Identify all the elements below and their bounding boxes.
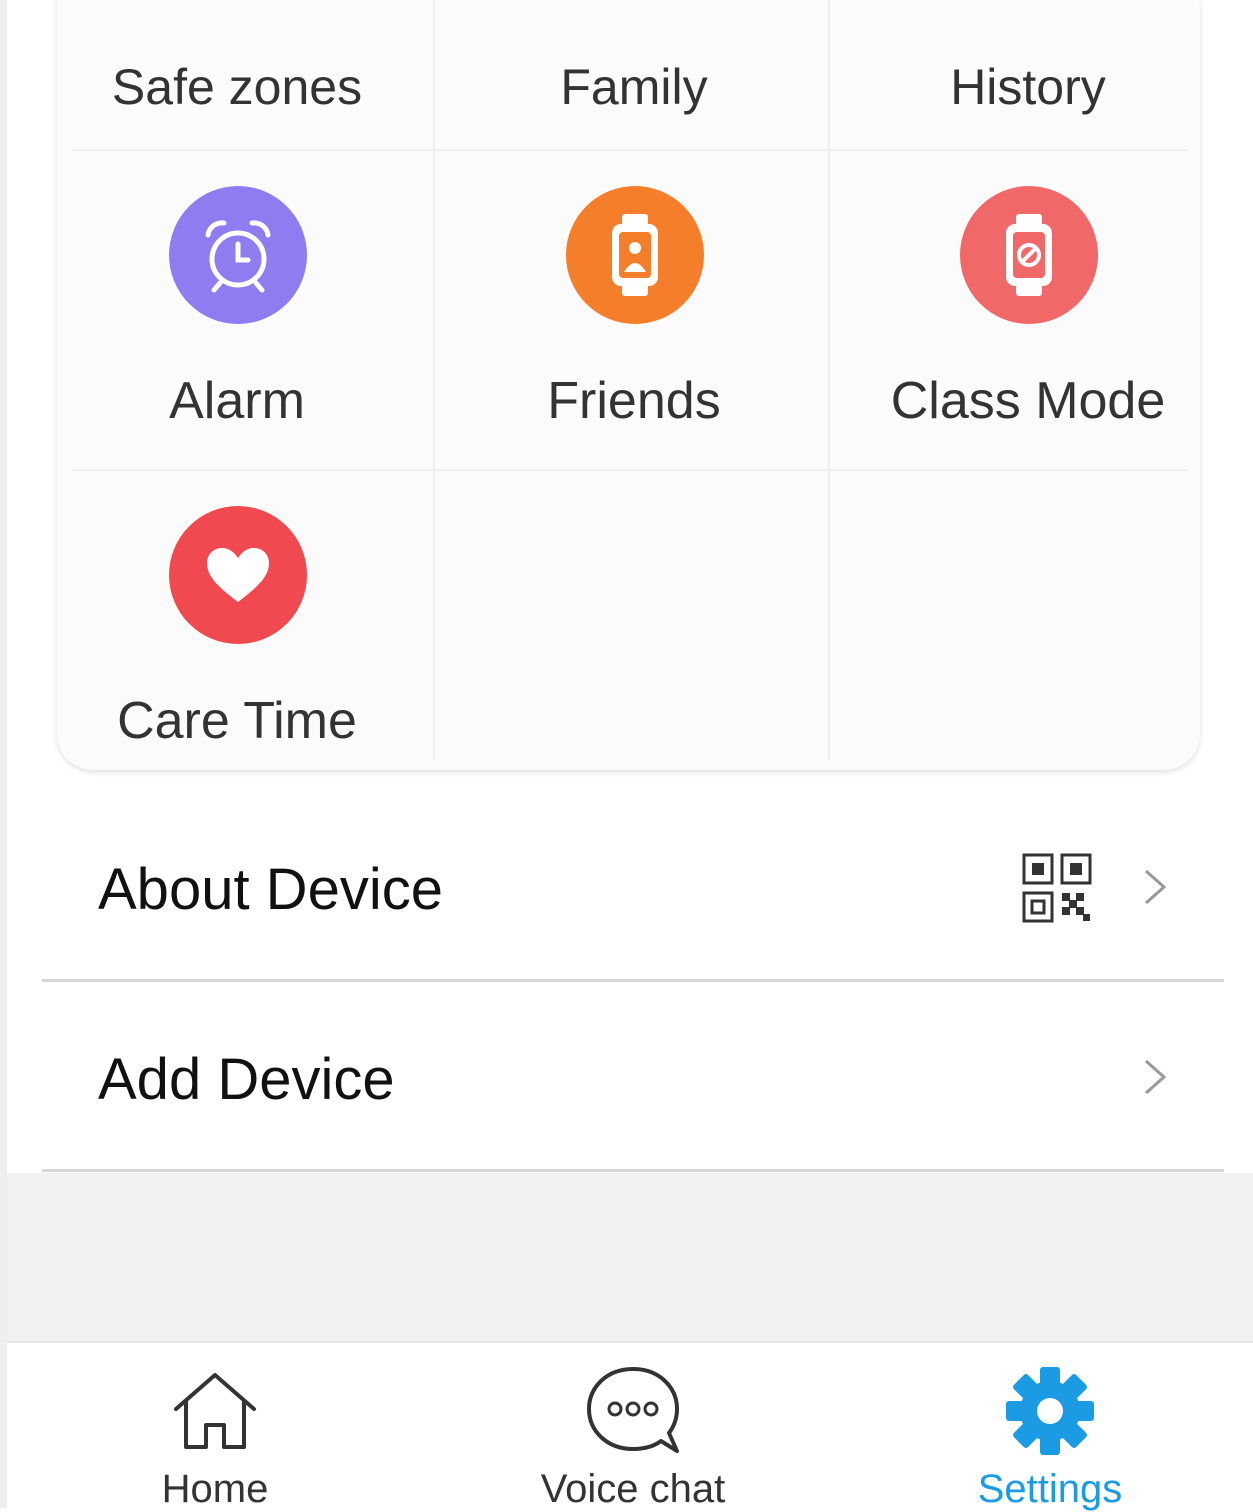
bottom-tab-bar: Home Voice chat Settings [7, 1341, 1253, 1511]
empty-area [7, 1173, 1253, 1341]
grid-item-safe-zones[interactable]: Safe zones [57, 10, 417, 140]
grid-divider [433, 0, 435, 760]
grid-divider [828, 0, 830, 760]
menu-row-label: Add Device [98, 1047, 395, 1112]
home-icon [65, 1361, 365, 1461]
grid-item-care-time[interactable]: Care Time [57, 471, 417, 789]
heart-icon [169, 506, 307, 644]
feature-grid-card: Safe zones Family History Alarm Friends … [57, 0, 1200, 770]
grid-item-label: History [950, 59, 1106, 115]
grid-item-label: Class Mode [890, 372, 1166, 430]
tab-voice-chat[interactable]: Voice chat [483, 1343, 783, 1511]
grid-item-alarm[interactable]: Alarm [57, 151, 417, 469]
grid-item-friends[interactable]: Friends [454, 151, 814, 469]
grid-item-label: Care Time [117, 692, 357, 750]
grid-item-class-mode[interactable]: Class Mode [848, 151, 1208, 469]
grid-item-history[interactable]: History [848, 10, 1208, 140]
gear-icon [900, 1361, 1200, 1461]
menu-row-label: About Device [98, 857, 443, 922]
tab-settings[interactable]: Settings [900, 1343, 1200, 1511]
tab-label: Voice chat [540, 1467, 726, 1511]
screen-edge [0, 0, 7, 1508]
alarm-clock-icon [169, 186, 307, 324]
grid-item-family[interactable]: Family [454, 10, 814, 140]
tab-label: Home [161, 1467, 269, 1511]
chevron-right-icon [1140, 1057, 1170, 1102]
menu-row-about-device[interactable]: About Device [42, 795, 1224, 983]
qr-code-icon[interactable] [1022, 853, 1092, 928]
grid-item-label: Friends [547, 372, 721, 430]
chevron-right-icon [1140, 867, 1170, 912]
watch-block-icon [960, 186, 1098, 324]
tab-label: Settings [977, 1467, 1123, 1511]
tab-home[interactable]: Home [65, 1343, 365, 1511]
grid-item-label: Safe zones [111, 59, 363, 115]
chat-bubble-icon [483, 1361, 783, 1461]
watch-contact-icon [566, 186, 704, 324]
grid-item-label: Family [560, 59, 708, 115]
menu-divider [42, 979, 1224, 982]
menu-row-add-device[interactable]: Add Device [42, 983, 1224, 1171]
menu-divider [42, 1169, 1224, 1172]
grid-item-label: Alarm [169, 372, 305, 430]
